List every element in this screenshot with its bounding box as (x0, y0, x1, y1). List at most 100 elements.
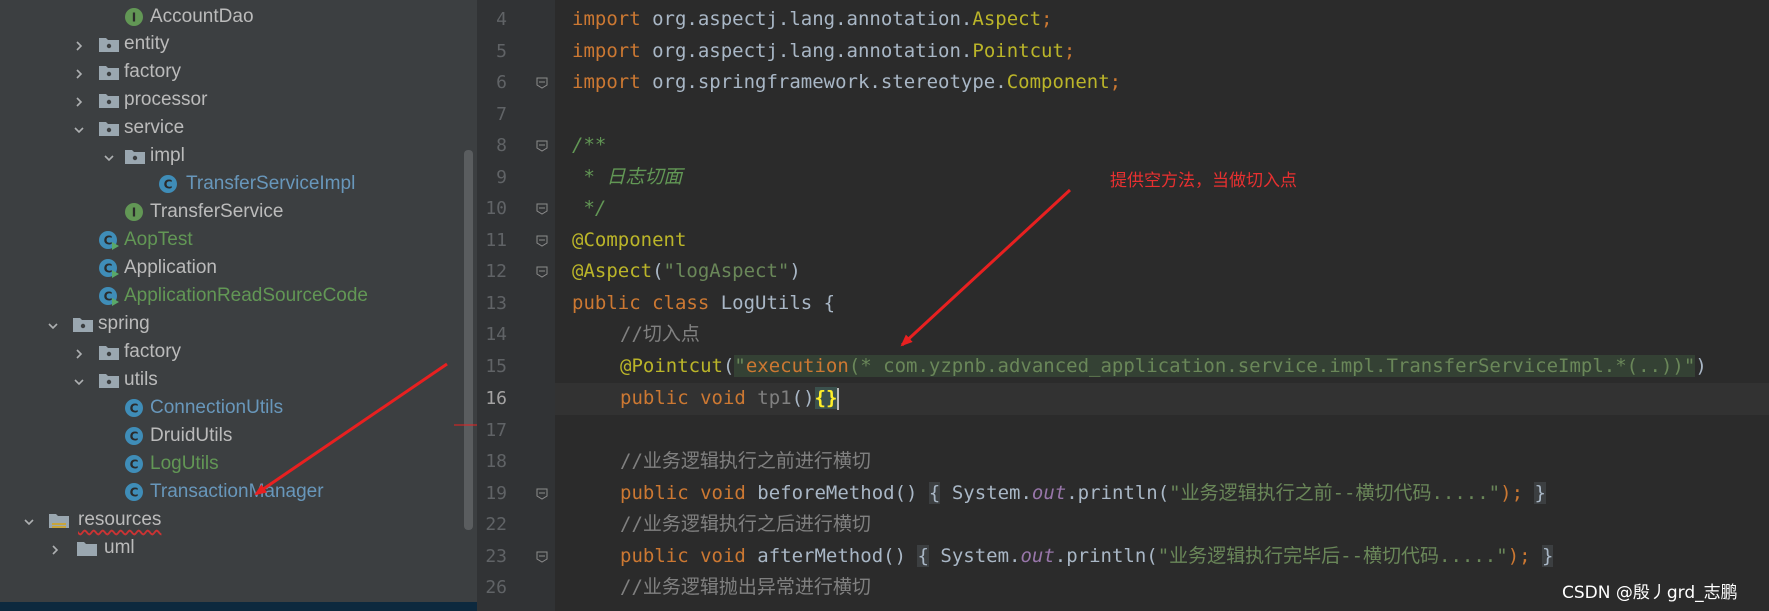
line-number: 6 (496, 72, 507, 93)
tree-item-label: spring (98, 313, 150, 334)
code-line-4[interactable]: import org.aspectj.lang.annotation.Aspec… (572, 4, 1052, 36)
package-folder-icon (124, 146, 145, 166)
code-line-14[interactable]: //切入点 (620, 319, 700, 351)
tree-item-aoptest[interactable]: C AopTest (0, 225, 460, 255)
tree-item-applicationreadsourcecode[interactable]: C ApplicationReadSourceCode (0, 281, 460, 311)
code-line-15[interactable]: @Pointcut("execution(* com.yzpnb.advance… (620, 351, 1707, 383)
chevron-right-icon[interactable] (74, 346, 84, 359)
code-line-9[interactable]: * 日志切面 (572, 162, 682, 194)
chevron-down-icon[interactable] (24, 514, 34, 526)
package-folder-icon (98, 62, 119, 82)
tree-item-label: AopTest (124, 229, 193, 250)
code-line-23[interactable]: public void afterMethod() { System.out.p… (620, 541, 1554, 573)
code-line-6[interactable]: import org.springframework.stereotype.Co… (572, 67, 1121, 99)
line-number: 5 (496, 40, 507, 62)
chevron-right-icon[interactable] (74, 66, 84, 79)
class-icon: C (124, 454, 144, 474)
folder-icon (76, 538, 97, 558)
tree-scrollbar[interactable] (464, 150, 473, 530)
tree-item-impl[interactable]: impl (0, 141, 460, 171)
tree-item-label: processor (124, 89, 208, 110)
annotation-note: 提供空方法，当做切入点 (1110, 171, 1297, 191)
line-number: 15 (485, 355, 507, 377)
tree-item-transactionmanager[interactable]: C TransactionManager (0, 477, 460, 507)
line-number: 7 (496, 103, 507, 125)
tree-item-label: LogUtils (150, 453, 219, 474)
fold-marker-icon[interactable] (535, 265, 549, 279)
tree-item-label: TransferServiceImpl (186, 173, 356, 194)
svg-text:C: C (130, 458, 139, 472)
tree-item-logutils[interactable]: C LogUtils (0, 449, 460, 479)
code-line-19[interactable]: public void beforeMethod() { System.out.… (620, 478, 1546, 510)
svg-text:C: C (104, 234, 113, 248)
code-line-16[interactable]: public void tp1(){} (620, 383, 840, 415)
code-line-5[interactable]: import org.aspectj.lang.annotation.Point… (572, 36, 1075, 68)
line-number: 4 (496, 9, 507, 30)
text-cursor (837, 387, 840, 410)
chevron-right-icon[interactable] (74, 38, 84, 51)
class-icon: C (158, 174, 178, 194)
tree-item-factory[interactable]: factory (0, 57, 460, 87)
svg-text:C: C (164, 178, 173, 192)
tree-item-transferserviceimpl[interactable]: C TransferServiceImpl (0, 169, 460, 199)
chevron-down-icon[interactable] (74, 122, 84, 134)
chevron-right-icon[interactable] (50, 542, 60, 555)
fold-marker-icon[interactable] (535, 234, 549, 248)
tree-item-accountdao[interactable]: I AccountDao (0, 2, 460, 32)
tree-item-transferservice[interactable]: I TransferService (0, 197, 460, 227)
tree-item-label: impl (150, 145, 185, 166)
code-line-26[interactable]: //业务逻辑抛出异常进行横切 (620, 572, 871, 604)
resources-folder-icon (48, 510, 69, 530)
tree-item-application[interactable]: C Application (0, 253, 460, 283)
line-number: 16 (485, 388, 507, 409)
line-number: 10 (485, 198, 507, 219)
tree-item-processor[interactable]: processor (0, 85, 460, 115)
fold-marker-icon[interactable] (535, 202, 549, 216)
tree-selected-row[interactable] (0, 602, 477, 611)
code-line-22[interactable]: //业务逻辑执行之后进行横切 (620, 509, 871, 541)
line-number: 26 (485, 577, 507, 598)
tree-item-label: ConnectionUtils (150, 397, 284, 418)
tree-item-utils[interactable]: utils (0, 365, 460, 395)
chevron-down-icon[interactable] (48, 318, 58, 330)
svg-text:C: C (130, 486, 139, 500)
tree-item-spring[interactable]: spring (0, 309, 460, 339)
chevron-down-icon[interactable] (74, 374, 84, 386)
code-line-8[interactable]: /** (572, 130, 606, 162)
tree-item-service[interactable]: service (0, 113, 460, 143)
fold-marker-icon[interactable] (535, 139, 549, 153)
code-line-13[interactable]: public class LogUtils { (572, 288, 835, 320)
chevron-right-icon[interactable] (74, 94, 84, 107)
tree-item-connectionutils[interactable]: C ConnectionUtils (0, 393, 460, 423)
code-line-18[interactable]: //业务逻辑执行之前进行横切 (620, 446, 871, 478)
code-line-10[interactable]: */ (572, 193, 606, 225)
class-icon: C (124, 482, 144, 502)
tree-item-uml[interactable]: uml (0, 533, 460, 563)
fold-marker-icon[interactable] (535, 550, 549, 564)
tree-item-label: ApplicationReadSourceCode (124, 285, 368, 306)
code-line-12[interactable]: @Aspect("logAspect") (572, 256, 801, 288)
runnable-class-icon: C (98, 286, 119, 306)
line-number: 13 (485, 292, 507, 314)
line-number: 9 (496, 166, 507, 188)
runnable-class-icon: C (98, 230, 119, 250)
tree-item-label: Application (124, 257, 217, 278)
package-folder-icon (98, 118, 119, 138)
tree-item-label: TransactionManager (150, 481, 324, 502)
tree-item-druidutils[interactable]: C DruidUtils (0, 421, 460, 451)
code-line-11[interactable]: @Component (572, 225, 686, 257)
package-folder-icon (98, 370, 119, 390)
tree-item-resources[interactable]: resources (0, 505, 460, 535)
interface-icon: I (124, 202, 144, 222)
line-number: 14 (485, 324, 507, 345)
chevron-down-icon[interactable] (104, 150, 114, 162)
fold-marker-icon[interactable] (535, 487, 549, 501)
tree-item-factory-2[interactable]: factory (0, 337, 460, 367)
line-number: 11 (485, 229, 507, 251)
tree-item-entity[interactable]: entity (0, 29, 460, 59)
code-editor[interactable]: import org.aspectj.lang.annotation.Aspec… (555, 0, 1769, 611)
tree-item-label: uml (104, 537, 135, 558)
fold-marker-icon[interactable] (535, 76, 549, 90)
line-number: 17 (485, 419, 507, 441)
package-folder-icon (98, 34, 119, 54)
